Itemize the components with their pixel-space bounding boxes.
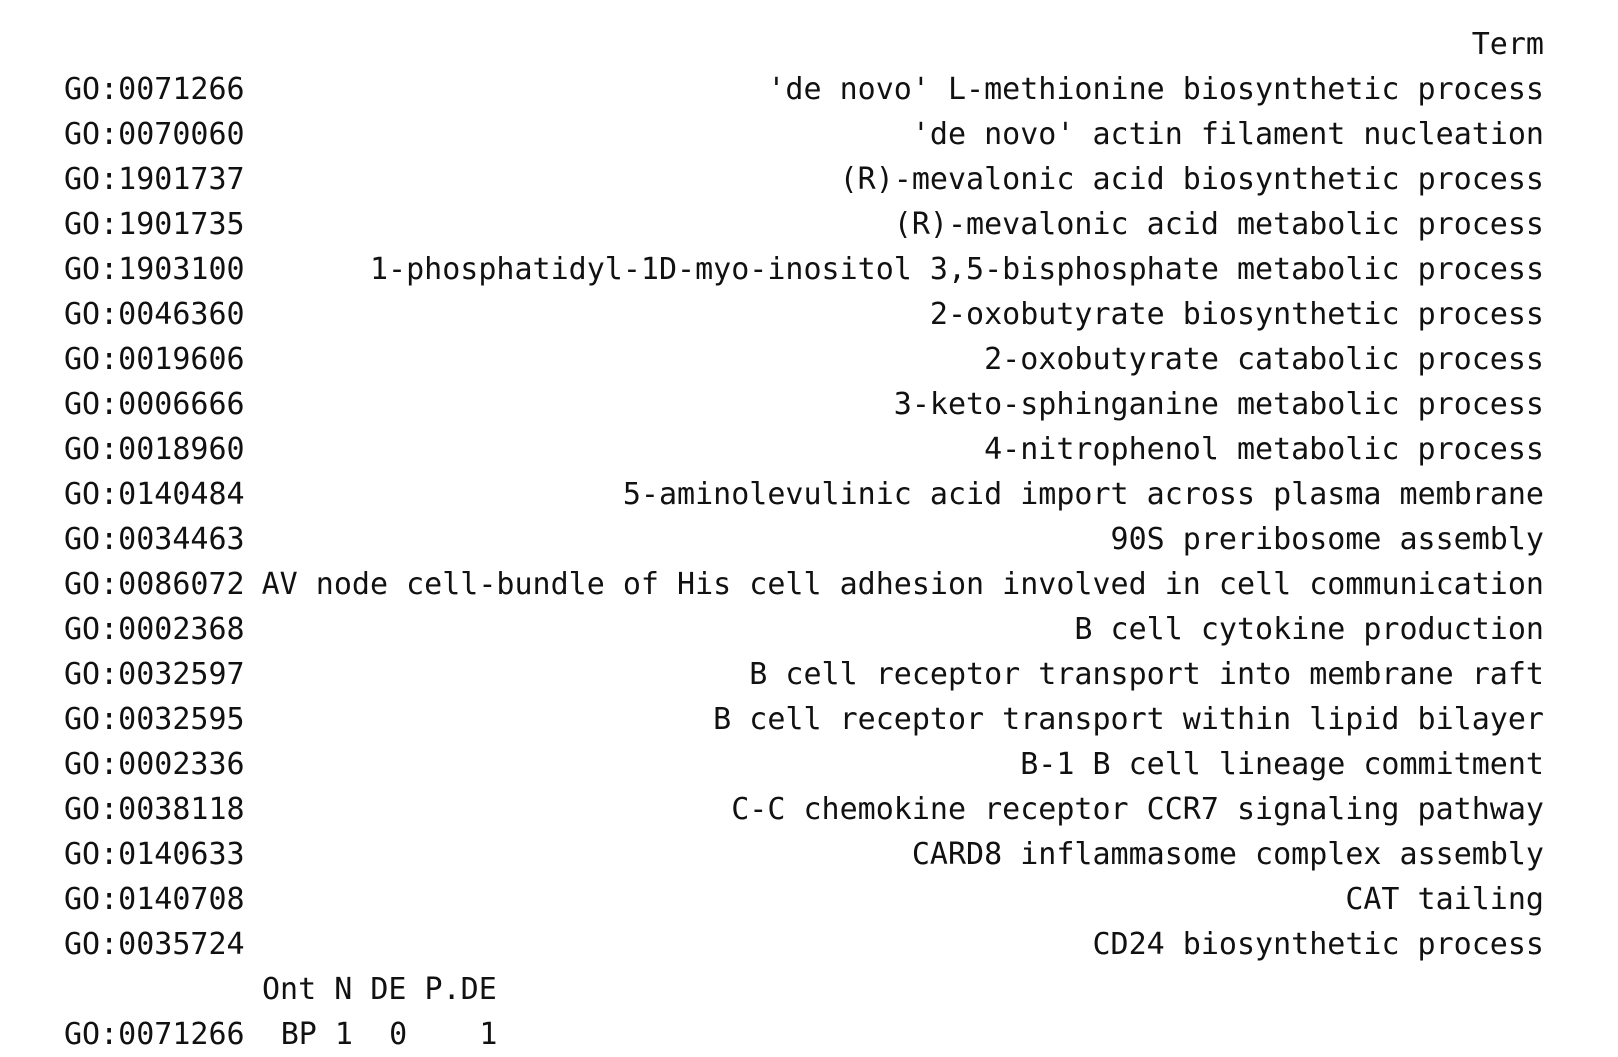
- go-term: (R)-mevalonic acid biosynthetic process: [839, 162, 1544, 197]
- go-term: CAT tailing: [1345, 882, 1544, 917]
- go-term: CD24 biosynthetic process: [1092, 927, 1544, 962]
- go-id: GO:0002368: [64, 612, 245, 647]
- table-row: GO:0006666 3-keto-sphinganine metabolic p…: [64, 382, 1544, 427]
- go-id: GO:0038118: [64, 792, 245, 827]
- table-row: GO:0018960 4-nitrophenol metabolic proces…: [64, 427, 1544, 472]
- go-id: GO:1903100: [64, 252, 245, 287]
- go-term: CARD8 inflammasome complex assembly: [911, 837, 1544, 872]
- go-id: GO:0032595: [64, 702, 245, 737]
- table-row: GO:0034463 90S preribosome assembly: [64, 517, 1544, 562]
- table-row: GO:0070060 'de novo' actin filament nucle…: [64, 112, 1544, 157]
- go-id: GO:0086072: [64, 567, 245, 602]
- table-row: GO:0140708 CAT tailing: [64, 877, 1544, 922]
- go-term: AV node cell-bundle of His cell adhesion…: [261, 567, 1544, 602]
- go-term: 1-phosphatidyl-1D-myo-inositol 3,5-bisph…: [370, 252, 1544, 287]
- table-row: GO:1901737 (R)-mevalonic acid biosyntheti…: [64, 157, 1544, 202]
- go-term: B cell receptor transport within lipid b…: [713, 702, 1544, 737]
- go-term: B cell cytokine production: [1074, 612, 1544, 647]
- go-id: GO:0019606: [64, 342, 245, 377]
- table-row: GO:0071266 'de novo' L-methionine biosynt…: [64, 67, 1544, 112]
- go-id: GO:1901735: [64, 207, 245, 242]
- table-row: GO:0140484 5-aminolevulinic acid import a…: [64, 472, 1544, 517]
- go-id: GO:0140633: [64, 837, 245, 872]
- go-term: 2-oxobutyrate catabolic process: [984, 342, 1544, 377]
- table-row: GO:1903100 1-phosphatidyl-1D-myo-inositol…: [64, 247, 1544, 292]
- go-term: 'de novo' actin filament nucleation: [911, 117, 1544, 152]
- go-term: B-1 B cell lineage commitment: [1020, 747, 1544, 782]
- go-id: GO:1901737: [64, 162, 245, 197]
- go-id: GO:0071266: [64, 72, 245, 107]
- go-id: GO:0018960: [64, 432, 245, 467]
- go-term: 3-keto-sphinganine metabolic process: [893, 387, 1544, 422]
- table-row: GO:1901735 (R)-mevalonic acid metabolic p…: [64, 202, 1544, 247]
- table-row: GO:0002368 B cell cytokine production: [64, 607, 1544, 652]
- go-term: B cell receptor transport into membrane …: [749, 657, 1544, 692]
- go-term: 5-aminolevulinic acid import across plas…: [622, 477, 1544, 512]
- go-id: GO:0140484: [64, 477, 245, 512]
- table-row: GO:0086072 AV node cell-bundle of His cel…: [64, 562, 1544, 607]
- go-term: 90S preribosome assembly: [1110, 522, 1544, 557]
- go-id: GO:0032597: [64, 657, 245, 692]
- table-row: GO:0140633 CARD8 inflammasome complex ass…: [64, 832, 1544, 877]
- go-id: GO:0002336: [64, 747, 245, 782]
- table-row: GO:0032597 B cell receptor transport into…: [64, 652, 1544, 697]
- partial-table-row: GO:0071266 BP 1 0 1: [64, 1017, 498, 1052]
- r-console-output: Term GO:0071266 'de novo' L-methionine bi…: [64, 22, 1544, 1057]
- go-id: GO:0006666: [64, 387, 245, 422]
- table-row: GO:0038118 C-C chemokine receptor CCR7 si…: [64, 787, 1544, 832]
- table-row: GO:0019606 2-oxobutyrate catabolic proces…: [64, 337, 1544, 382]
- table-row: GO:0035724 CD24 biosynthetic process: [64, 922, 1544, 967]
- table-row: GO:0032595 B cell receptor transport with…: [64, 697, 1544, 742]
- id-column-header: [64, 22, 244, 67]
- column-header-row: Term: [64, 22, 1544, 67]
- table-row: GO:0046360 2-oxobutyrate biosynthetic pro…: [64, 292, 1544, 337]
- second-column-block-header: Ont N DE P.DE: [262, 972, 497, 1007]
- go-id: GO:0046360: [64, 297, 245, 332]
- go-term: 4-nitrophenol metabolic process: [984, 432, 1544, 467]
- go-term: (R)-mevalonic acid metabolic process: [893, 207, 1544, 242]
- table-row: GO:0002336 B-1 B cell lineage commitment: [64, 742, 1544, 787]
- go-id: GO:0035724: [64, 927, 245, 962]
- go-term: C-C chemokine receptor CCR7 signaling pa…: [731, 792, 1544, 827]
- go-id: GO:0034463: [64, 522, 245, 557]
- term-column-header: Term: [1471, 27, 1544, 62]
- go-id: GO:0070060: [64, 117, 245, 152]
- go-term: 2-oxobutyrate biosynthetic process: [929, 297, 1544, 332]
- go-term: 'de novo' L-methionine biosynthetic proc…: [767, 72, 1544, 107]
- go-id: GO:0140708: [64, 882, 245, 917]
